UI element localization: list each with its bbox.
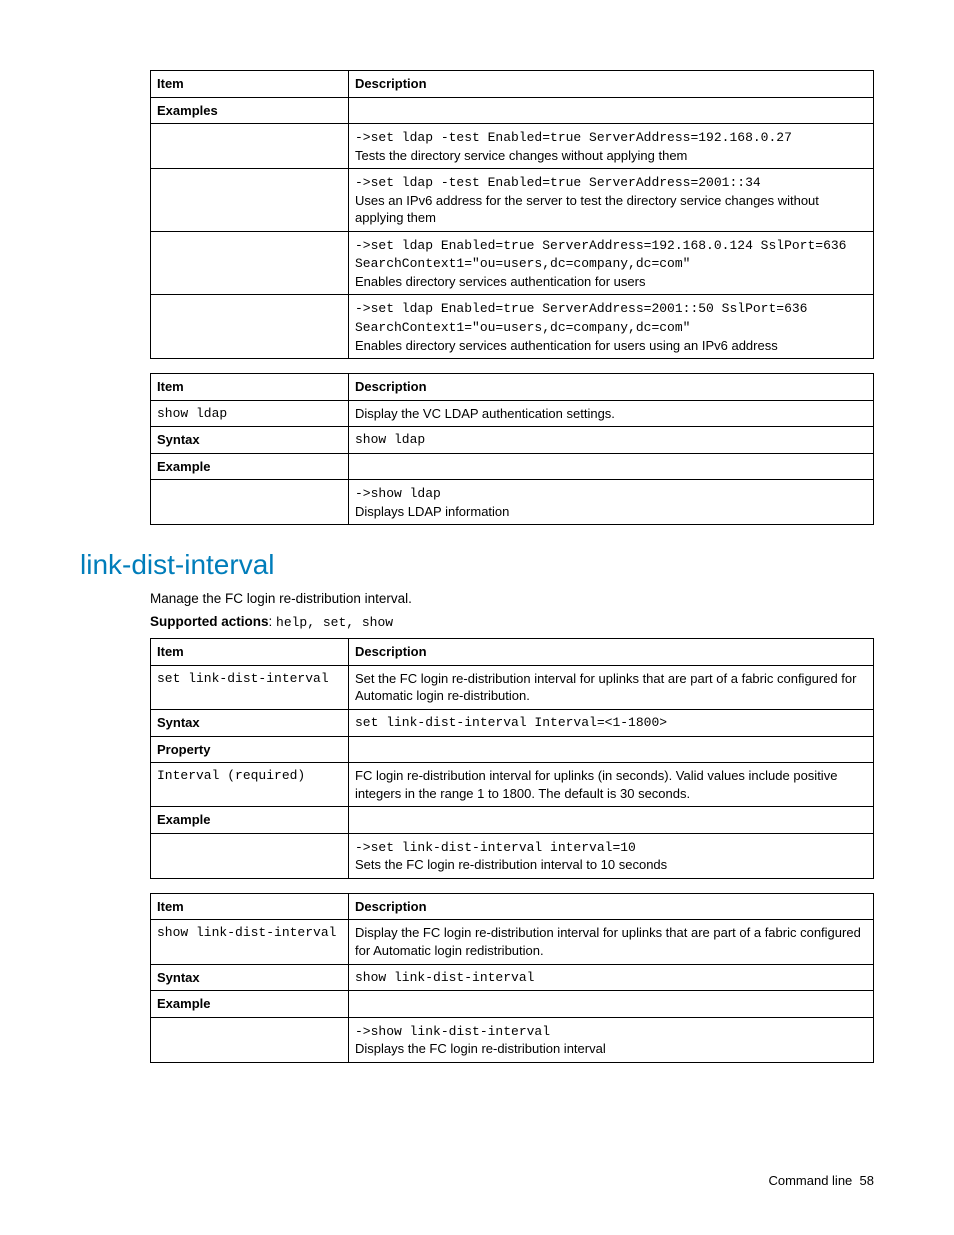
desc-text: Tests the directory service changes with… — [355, 148, 687, 163]
table-row: Example — [151, 453, 874, 480]
property-label: Property — [151, 736, 349, 763]
empty-cell — [349, 991, 874, 1018]
desc-text: Display the FC login re-distribution int… — [349, 920, 874, 964]
property-code: Interval (required) — [151, 763, 349, 807]
example-cell: ->set ldap Enabled=true ServerAddress=19… — [349, 231, 874, 295]
table-row: Syntax set link-dist-interval Interval=<… — [151, 710, 874, 737]
example-cell: ->set ldap -test Enabled=true ServerAddr… — [349, 124, 874, 169]
table-row: Examples — [151, 97, 874, 124]
table-row: Example — [151, 807, 874, 834]
header-desc: Description — [349, 374, 874, 401]
syntax-label: Syntax — [151, 964, 349, 991]
page-footer: Command line 58 — [80, 1173, 874, 1188]
code-text: ->set ldap Enabled=true ServerAddress=19… — [355, 238, 846, 272]
header-desc: Description — [349, 71, 874, 98]
table-row: ->set link-dist-interval interval=10 Set… — [151, 833, 874, 878]
table-header-row: Item Description — [151, 639, 874, 666]
header-item: Item — [151, 639, 349, 666]
desc-text: Enables directory services authenticatio… — [355, 338, 778, 353]
example-cell: ->show link-dist-interval Displays the F… — [349, 1017, 874, 1062]
syntax-code: show link-dist-interval — [349, 964, 874, 991]
code-text: ->set ldap -test Enabled=true ServerAddr… — [355, 130, 792, 145]
empty-cell — [151, 295, 349, 359]
syntax-label: Syntax — [151, 427, 349, 454]
header-item: Item — [151, 893, 349, 920]
table-row: show link-dist-interval Display the FC l… — [151, 920, 874, 964]
table-row: Syntax show ldap — [151, 427, 874, 454]
supported-actions-line: Supported actions: help, set, show — [150, 614, 874, 630]
table-set-link-dist-interval: Item Description set link-dist-interval … — [150, 638, 874, 878]
empty-cell — [349, 807, 874, 834]
header-desc: Description — [349, 893, 874, 920]
command-name: show link-dist-interval — [151, 920, 349, 964]
desc-text: Sets the FC login re-distribution interv… — [355, 857, 667, 872]
page-content: Item Description Examples ->set ldap -te… — [150, 70, 874, 1063]
header-item: Item — [151, 374, 349, 401]
page-number: 58 — [860, 1173, 874, 1188]
table-show-link-dist-interval: Item Description show link-dist-interval… — [150, 893, 874, 1063]
empty-cell — [151, 480, 349, 525]
syntax-label: Syntax — [151, 710, 349, 737]
desc-text: Display the VC LDAP authentication setti… — [349, 400, 874, 427]
example-cell: ->set link-dist-interval interval=10 Set… — [349, 833, 874, 878]
example-cell: ->set ldap Enabled=true ServerAddress=20… — [349, 295, 874, 359]
empty-cell — [151, 833, 349, 878]
table-row: show ldap Display the VC LDAP authentica… — [151, 400, 874, 427]
table-header-row: Item Description — [151, 374, 874, 401]
command-name: show ldap — [151, 400, 349, 427]
example-cell: ->show ldap Displays LDAP information — [349, 480, 874, 525]
table-header-row: Item Description — [151, 71, 874, 98]
empty-cell — [151, 1017, 349, 1062]
example-cell: ->set ldap -test Enabled=true ServerAddr… — [349, 169, 874, 232]
table-row: ->show ldap Displays LDAP information — [151, 480, 874, 525]
code-text: ->set ldap Enabled=true ServerAddress=20… — [355, 301, 807, 335]
table-row: Interval (required) FC login re-distribu… — [151, 763, 874, 807]
table-row: ->set ldap Enabled=true ServerAddress=20… — [151, 295, 874, 359]
section-heading: link-dist-interval — [80, 549, 874, 581]
empty-cell — [151, 169, 349, 232]
desc-text: Enables directory services authenticatio… — [355, 274, 645, 289]
empty-cell — [349, 453, 874, 480]
intro-paragraph: Manage the FC login re-distribution inte… — [150, 591, 874, 606]
table-show-ldap: Item Description show ldap Display the V… — [150, 373, 874, 525]
empty-cell — [151, 124, 349, 169]
example-label: Example — [151, 807, 349, 834]
table-row: Example — [151, 991, 874, 1018]
header-desc: Description — [349, 639, 874, 666]
examples-label: Examples — [151, 97, 349, 124]
header-item: Item — [151, 71, 349, 98]
table-row: Property — [151, 736, 874, 763]
empty-cell — [349, 736, 874, 763]
desc-text: Set the FC login re-distribution interva… — [349, 665, 874, 709]
empty-cell — [349, 97, 874, 124]
empty-cell — [151, 231, 349, 295]
desc-text: FC login re-distribution interval for up… — [349, 763, 874, 807]
code-text: ->show link-dist-interval — [355, 1024, 550, 1039]
table-row: ->show link-dist-interval Displays the F… — [151, 1017, 874, 1062]
example-label: Example — [151, 453, 349, 480]
table-header-row: Item Description — [151, 893, 874, 920]
footer-text: Command line — [768, 1173, 852, 1188]
code-text: ->set link-dist-interval interval=10 — [355, 840, 636, 855]
supported-actions-label: Supported actions — [150, 614, 269, 629]
table-row: ->set ldap -test Enabled=true ServerAddr… — [151, 169, 874, 232]
example-label: Example — [151, 991, 349, 1018]
table-row: set link-dist-interval Set the FC login … — [151, 665, 874, 709]
desc-text: Displays LDAP information — [355, 504, 509, 519]
desc-text: Displays the FC login re-distribution in… — [355, 1041, 606, 1056]
syntax-code: show ldap — [349, 427, 874, 454]
table-row: ->set ldap Enabled=true ServerAddress=19… — [151, 231, 874, 295]
command-name: set link-dist-interval — [151, 665, 349, 709]
desc-text: Uses an IPv6 address for the server to t… — [355, 193, 819, 226]
code-text: ->show ldap — [355, 486, 441, 501]
syntax-code: set link-dist-interval Interval=<1-1800> — [349, 710, 874, 737]
table-row: ->set ldap -test Enabled=true ServerAddr… — [151, 124, 874, 169]
supported-actions-code: help, set, show — [276, 615, 393, 630]
table-row: Syntax show link-dist-interval — [151, 964, 874, 991]
table-set-ldap-examples: Item Description Examples ->set ldap -te… — [150, 70, 874, 359]
colon: : — [269, 614, 277, 629]
code-text: ->set ldap -test Enabled=true ServerAddr… — [355, 175, 761, 190]
